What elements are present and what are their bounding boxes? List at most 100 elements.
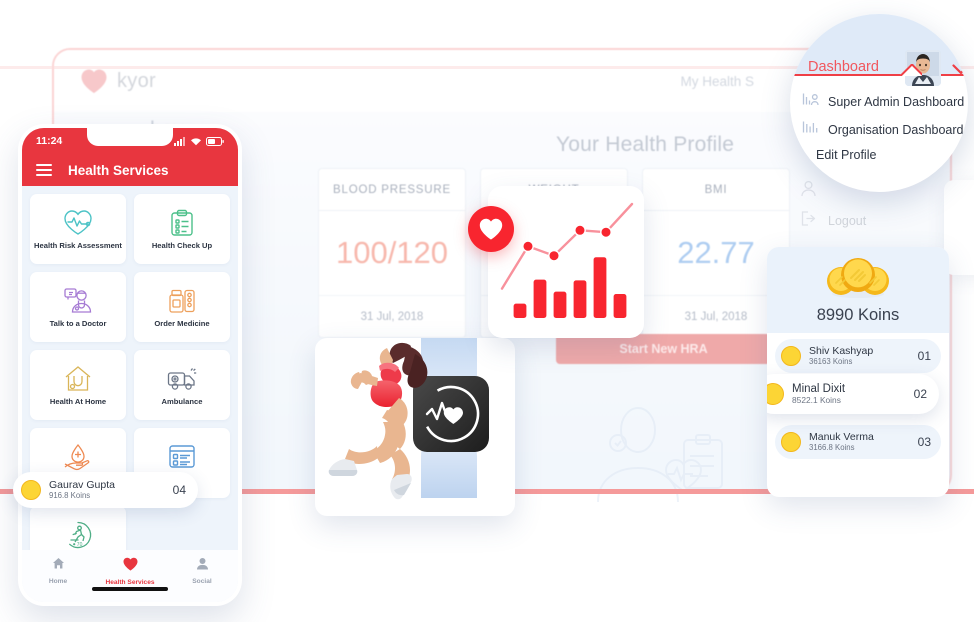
coin-icon xyxy=(781,432,801,452)
metric-card-blood-pressure: BLOOD PRESSURE 100/120 31 Jul, 2018 xyxy=(318,168,466,338)
menu-item-label: Organisation Dashboard xyxy=(828,123,964,137)
medicine-icon xyxy=(168,286,196,316)
menu-item-super-admin-dashboard[interactable]: Super Admin Dashboard xyxy=(790,88,968,116)
status-icons xyxy=(174,136,224,146)
leaderboard-koins: 8522.1 Koins xyxy=(792,394,841,405)
article-icon xyxy=(168,442,196,472)
nav-label: Health Services xyxy=(105,579,155,586)
battery-icon xyxy=(206,136,224,146)
brand-logo-text: kyor xyxy=(117,69,156,92)
home-icon xyxy=(52,557,65,575)
service-tile-label: Ambulance xyxy=(161,396,203,406)
metric-date: 31 Jul, 2018 xyxy=(319,295,465,337)
heart-logo-icon xyxy=(80,68,108,94)
leaderboard-koins: 916.8 Koins xyxy=(49,490,91,500)
ambulance-icon xyxy=(167,364,197,394)
profile-menu-current-label[interactable]: Dashboard xyxy=(808,59,879,75)
person-icon xyxy=(196,557,209,575)
runner-ring-icon: 70 xyxy=(63,520,93,550)
heart-badge-icon xyxy=(468,206,514,252)
heartbeat-icon xyxy=(63,208,93,238)
bar-chart-icon xyxy=(802,120,819,140)
service-tile-label: Health At Home xyxy=(49,396,107,406)
nav-label: Home xyxy=(48,578,68,585)
leaderboard-row-highlighted[interactable]: Minal Dixit 8522.1 Koins 02 xyxy=(767,374,939,414)
leaderboard-rank: 01 xyxy=(917,349,931,363)
koins-header: 8990 Koins xyxy=(767,247,949,333)
leaderboard-name: Minal Dixit xyxy=(792,382,846,395)
leaderboard-name: Gaurav Gupta xyxy=(49,478,115,491)
blood-drop-hand-icon xyxy=(63,442,93,472)
logout-icon xyxy=(800,210,818,232)
leaderboard-koins: 36163 Koins xyxy=(809,356,853,366)
coin-icon xyxy=(767,383,784,405)
heart-icon xyxy=(123,557,138,576)
menu-item-label: Logout xyxy=(828,214,867,228)
screenshot-stage: kyor My Health S hav Your Health Profile… xyxy=(0,0,974,622)
leaderboard-name: Manuk Verma xyxy=(809,430,874,443)
nav-item-home[interactable]: Home xyxy=(22,557,94,585)
cellular-signal-icon xyxy=(174,136,186,146)
phone-screen-title: Health Services xyxy=(68,162,169,178)
koins-panel: 8990 Koins Shiv Kashyap 36163 Koins 01 M… xyxy=(767,247,949,497)
nav-item-health-services[interactable]: Health Services xyxy=(94,557,166,586)
menu-item-organisation-dashboard[interactable]: Organisation Dashboard xyxy=(790,116,968,144)
service-tile-order-medicine[interactable]: Order Medicine xyxy=(134,272,230,342)
svg-text:70: 70 xyxy=(77,542,83,548)
hamburger-menu-icon[interactable] xyxy=(36,164,52,176)
metric-value: 100/120 xyxy=(335,235,449,270)
phone-app-bar: Health Services xyxy=(22,154,238,186)
brand-logo[interactable]: kyor xyxy=(80,68,156,94)
service-tile-label: Talk to a Doctor xyxy=(49,318,107,328)
health-chart-card xyxy=(488,186,644,338)
chevron-down-icon[interactable] xyxy=(952,62,968,80)
leaderboard-row[interactable]: Shiv Kashyap 36163 Koins 01 xyxy=(775,339,941,373)
nav-item-my-health-score[interactable]: My Health S xyxy=(680,74,754,89)
menu-item-logout-ghost[interactable]: Logout xyxy=(800,206,970,236)
phone-status-bar: 11:24 xyxy=(22,128,238,154)
wifi-icon xyxy=(190,137,202,146)
service-tiles-grid: Health Risk Assessment Health Check Up T… xyxy=(22,186,238,576)
service-tile-label: Order Medicine xyxy=(154,318,210,328)
bar-chart-person-icon xyxy=(802,92,819,112)
status-time: 11:24 xyxy=(36,135,63,147)
coin-icon xyxy=(781,346,801,366)
coin-icon xyxy=(21,480,41,500)
leaderboard-rank: 03 xyxy=(917,435,931,449)
koins-total: 8990 Koins xyxy=(816,306,900,324)
chart-svg xyxy=(500,202,634,318)
service-tile-health-at-home[interactable]: Health At Home xyxy=(30,350,126,420)
phone-bottom-nav: Home Health Services Social xyxy=(22,550,238,602)
menu-item-edit-profile[interactable]: Edit Profile xyxy=(790,144,968,166)
start-new-hra-button[interactable]: Start New HRA xyxy=(556,334,771,364)
runner-smartwatch-illustration xyxy=(328,338,489,500)
coins-stack-icon xyxy=(821,255,895,304)
leaderboard-rank: 04 xyxy=(172,483,186,497)
leaderboard-name: Shiv Kashyap xyxy=(809,344,874,357)
profile-dropdown-menu: Super Admin Dashboard Organisation Dashb… xyxy=(790,80,968,166)
doctor-chat-icon xyxy=(63,286,93,316)
service-tile-ambulance[interactable]: Ambulance xyxy=(134,350,230,420)
service-tile-health-check-up[interactable]: Health Check Up xyxy=(134,194,230,264)
magnifier-circle: Dashboard Super Admin Dashboard Organisa… xyxy=(790,14,968,192)
menu-item-label: Super Admin Dashboard xyxy=(828,95,965,109)
house-stethoscope-icon xyxy=(64,364,92,394)
home-indicator xyxy=(92,587,168,591)
menu-item-label: Edit Profile xyxy=(816,148,877,162)
service-tile-health-risk-assessment[interactable]: Health Risk Assessment xyxy=(30,194,126,264)
menu-caret xyxy=(900,64,922,76)
service-tile-label: Health Risk Assessment xyxy=(34,240,122,250)
leaderboard-koins: 3166.8 Koins xyxy=(809,442,855,452)
leaderboard-row[interactable]: Manuk Verma 3166.8 Koins 03 xyxy=(775,425,941,459)
phone-notch xyxy=(87,128,173,146)
clipboard-check-icon xyxy=(170,208,194,238)
service-tile-talk-to-a-doctor[interactable]: Talk to a Doctor xyxy=(30,272,126,342)
runner-figure xyxy=(328,342,428,500)
nav-label: Social xyxy=(192,578,212,585)
leaderboard-row-last[interactable]: Gaurav Gupta 916.8 Koins 04 xyxy=(13,472,198,508)
fitness-illustration-card xyxy=(315,338,515,516)
service-tile-label: Health Check Up xyxy=(151,240,213,250)
metric-label: BMI xyxy=(643,169,789,211)
phone-mockup: 11:24 Health Services Health Risk Assess… xyxy=(18,124,242,606)
nav-item-social[interactable]: Social xyxy=(166,557,238,585)
